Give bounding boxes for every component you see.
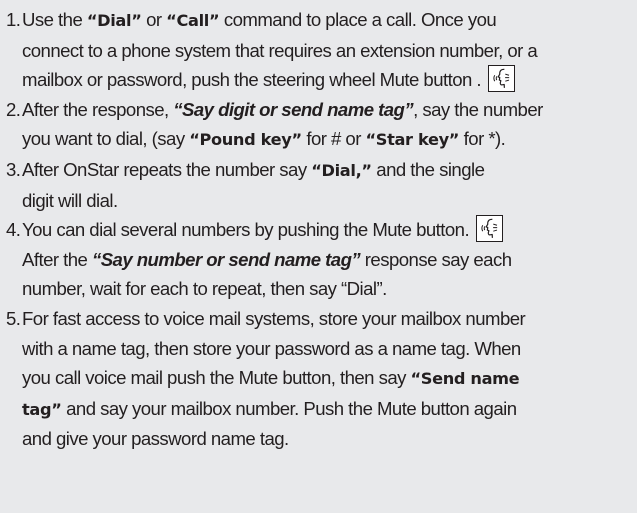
voice-command: tag” <box>22 399 62 419</box>
voice-command: “Dial,” <box>311 160 372 180</box>
step-text-line: number, wait for each to repeat, then sa… <box>22 274 634 304</box>
text-run: you call voice mail push the Mute button… <box>22 367 411 389</box>
step-text-line: You can dial several numbers by pushing … <box>22 215 634 245</box>
instruction-step-2: 2. After the response, “Say digit or send… <box>6 95 634 155</box>
text-run: response say each <box>360 248 512 270</box>
step-text-line: After OnStar repeats the number say “Dia… <box>22 155 634 186</box>
step-text-line: mailbox or password, push the steering w… <box>22 65 634 95</box>
text-run: After the <box>22 248 92 270</box>
instruction-step-4: 4. You can dial several numbers by pushin… <box>6 215 634 304</box>
text-run: Use the <box>22 9 87 30</box>
step-text-line: Use the “Dial” or “Call” command to plac… <box>22 5 634 36</box>
text-run: After the response, <box>22 98 174 120</box>
step-number: 4. <box>6 219 21 241</box>
step-text-line: and give your password name tag. <box>22 424 634 454</box>
step-text-line: After the response, “Say digit or send n… <box>22 95 634 125</box>
text-run: and say your mailbox number. Push the Mu… <box>61 397 517 419</box>
step-text-line: connect to a phone system that requires … <box>22 36 634 66</box>
text-run: For fast access to voice mail systems, s… <box>22 307 526 329</box>
voice-mute-icon <box>475 215 503 243</box>
step-text-line: you call voice mail push the Mute button… <box>22 363 634 394</box>
text-run: mailbox or password, push the steering w… <box>22 69 486 91</box>
voice-command: “Pound key” <box>189 130 302 150</box>
voice-command: “Dial” <box>86 11 142 30</box>
step-number: 3. <box>6 158 21 180</box>
system-prompt: “Say digit or send name tag” <box>173 98 414 120</box>
system-prompt: “Say number or send name tag” <box>91 248 361 270</box>
text-run: for # or <box>301 128 366 150</box>
text-run: connect to a phone system that requires … <box>22 39 538 61</box>
voice-mute-icon <box>487 65 515 93</box>
text-run: you want to dial, (say <box>22 128 190 150</box>
step-number: 1. <box>6 9 21 30</box>
step-text-line: tag” and say your mailbox number. Push t… <box>22 394 634 425</box>
text-run: number, wait for each to repeat, then sa… <box>22 278 387 300</box>
text-run: , say the number <box>413 98 543 120</box>
instruction-step-3: 3. After OnStar repeats the number say “D… <box>6 155 634 215</box>
text-run: command to place a call. Once you <box>219 9 497 30</box>
text-run: After OnStar repeats the number say <box>22 158 312 180</box>
step-text-line: you want to dial, (say “Pound key” for #… <box>22 124 634 155</box>
voice-command: “Star key” <box>365 130 460 150</box>
instruction-step-1: 1. Use the “Dial” or “Call” command to pl… <box>6 5 634 95</box>
step-text-line: After the “Say number or send name tag” … <box>22 245 634 275</box>
step-number: 5. <box>6 307 21 329</box>
voice-command: “Call” <box>166 11 220 30</box>
text-run: and the single <box>371 158 485 180</box>
instruction-list: 1. Use the “Dial” or “Call” command to pl… <box>6 5 634 454</box>
step-number: 2. <box>6 98 21 120</box>
instruction-step-5: 5. For fast access to voice mail systems,… <box>6 304 634 454</box>
manual-page: 1. Use the “Dial” or “Call” command to pl… <box>0 0 637 513</box>
text-run: or <box>141 9 167 30</box>
text-run: digit will dial. <box>22 189 118 211</box>
step-text-line: with a name tag, then store your passwor… <box>22 334 634 364</box>
voice-command: “Send name <box>410 369 520 389</box>
text-run: for *). <box>459 128 506 150</box>
step-text-line: For fast access to voice mail systems, s… <box>22 304 634 334</box>
step-text-line: digit will dial. <box>22 186 634 216</box>
text-run: You can dial several numbers by pushing … <box>22 219 474 241</box>
text-run: and give your password name tag. <box>22 428 289 450</box>
text-run: with a name tag, then store your passwor… <box>22 337 521 359</box>
